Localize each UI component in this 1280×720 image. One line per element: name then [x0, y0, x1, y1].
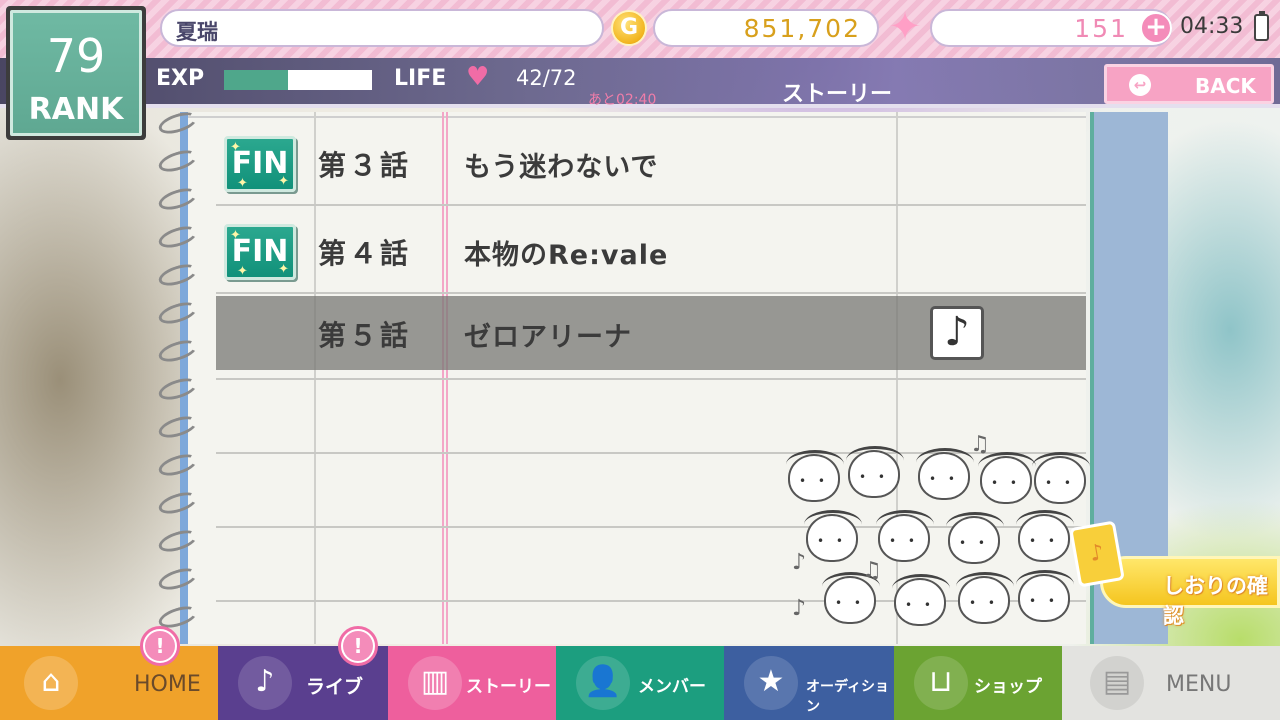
character-doodle	[916, 448, 974, 500]
character-doodle	[892, 574, 950, 626]
episode-number: 第３話	[318, 149, 412, 182]
episode-number: 第５話	[318, 319, 412, 352]
alert-icon: !	[343, 631, 373, 661]
music-note-icon: ♪	[792, 596, 807, 621]
bottom-nav: ⌂ HOME ♪ ライブ ▥ ストーリー 👤 メンバー ★ オーディション ⊔ …	[0, 646, 1280, 720]
episode-row[interactable]: FIN ✦ ✦ ✦ 第３話 もう迷わないで	[216, 118, 1086, 204]
sparkle-icon: ✦	[278, 174, 289, 189]
tab-shop-label: ショップ	[974, 677, 1042, 697]
member-icon: 👤	[576, 656, 630, 710]
tab-story[interactable]: ▥ ストーリー	[388, 646, 556, 720]
episode-number: 第４話	[318, 237, 412, 270]
rank-label: RANK	[28, 92, 124, 127]
character-doodle	[786, 450, 844, 502]
notebook-rule	[216, 378, 1086, 380]
back-label: BACK	[1195, 74, 1256, 98]
character-doodle	[956, 572, 1014, 624]
fin-badge: FIN ✦ ✦ ✦	[224, 224, 296, 280]
home-alert-badge: !	[140, 626, 180, 666]
music-note-icon[interactable]: ♪	[930, 306, 984, 360]
tab-home-label: HOME	[134, 672, 201, 697]
gold-coin-icon: G	[611, 10, 647, 46]
clock: 04:33	[1180, 14, 1244, 39]
episode-title: ゼロアリーナ	[464, 322, 632, 353]
sparkle-icon: ✦	[278, 262, 289, 277]
character-doodle	[804, 510, 862, 562]
episode-row-selected[interactable]: 第５話 ゼロアリーナ ♪	[216, 296, 1086, 370]
story-notebook: FIN ✦ ✦ ✦ 第３話 もう迷わないで FIN ✦ ✦ ✦ 第４話 本物のR…	[180, 112, 1090, 644]
character-doodle	[1016, 570, 1074, 622]
tab-shop[interactable]: ⊔ ショップ	[894, 646, 1062, 720]
character-doodle	[978, 452, 1036, 504]
tab-member-label: メンバー	[638, 677, 706, 697]
character-doodle	[876, 510, 934, 562]
top-status-bar: 夏瑞 G 851,702 ✦ 151 + 04:33	[0, 0, 1280, 58]
tab-menu[interactable]: ▤ MENU	[1062, 646, 1280, 720]
sparkle-icon: ✦	[230, 228, 241, 243]
character-doodle	[946, 512, 1004, 564]
episode-title: もう迷わないで	[464, 152, 659, 183]
sparkle-stone-icon: ✦	[888, 4, 922, 50]
exp-label: EXP	[156, 66, 205, 91]
battery-icon	[1254, 11, 1269, 41]
music-note-icon: ♪	[238, 656, 292, 710]
notebook-rule	[216, 292, 1086, 294]
tab-audition-label: オーディション	[806, 679, 890, 715]
tab-live-label: ライブ	[306, 676, 364, 698]
sparkle-icon: ✦	[237, 176, 248, 191]
life-value: 42/72	[516, 66, 577, 90]
heart-icon: ♥	[466, 62, 490, 92]
character-doodle	[1016, 510, 1074, 562]
stone-amount: 151	[930, 9, 1172, 47]
basket-icon: ⊔	[914, 656, 968, 710]
gold-amount: 851,702	[653, 9, 879, 47]
page-title: ストーリー	[782, 82, 893, 107]
character-doodle	[822, 572, 880, 624]
music-note-icon: ♪	[792, 550, 807, 575]
status-bar: EXP LIFE ♥ 42/72 あと02:40 ストーリー	[0, 58, 1280, 108]
life-label: LIFE	[394, 66, 447, 91]
tab-audition[interactable]: ★ オーディション	[724, 646, 894, 720]
rank-value: 79	[46, 29, 106, 83]
sparkle-icon: ✦	[230, 140, 241, 155]
tab-menu-label: MENU	[1166, 672, 1232, 697]
bookmark-check-button[interactable]: しおりの確認	[1100, 556, 1280, 628]
sparkle-icon: ✦	[237, 264, 248, 279]
player-name[interactable]: 夏瑞	[160, 9, 604, 47]
alert-icon: !	[145, 631, 175, 661]
exp-progress-fill	[224, 70, 288, 90]
episode-title: 本物のRe:vale	[464, 240, 669, 271]
fin-badge: FIN ✦ ✦ ✦	[224, 136, 296, 192]
character-doodle	[846, 446, 904, 498]
back-button[interactable]: ↩ BACK	[1104, 64, 1274, 104]
tab-home[interactable]: ⌂ HOME	[0, 646, 218, 720]
star-icon: ★	[744, 656, 798, 710]
live-alert-badge: !	[338, 626, 378, 666]
music-note-icon: ♫	[862, 558, 882, 583]
add-stones-button[interactable]: +	[1140, 12, 1172, 44]
back-arrow-icon: ↩	[1129, 74, 1151, 96]
tab-member[interactable]: 👤 メンバー	[556, 646, 724, 720]
document-icon: ▤	[1090, 656, 1144, 710]
rank-badge[interactable]: 79 RANK	[6, 6, 146, 140]
exp-progress-bar	[224, 70, 372, 90]
tab-story-label: ストーリー	[466, 677, 551, 697]
book-icon: ▥	[408, 656, 462, 710]
music-note-icon: ♫	[970, 432, 990, 457]
life-timer: あと02:40	[588, 92, 657, 108]
episode-row[interactable]: FIN ✦ ✦ ✦ 第４話 本物のRe:vale	[216, 206, 1086, 292]
home-icon: ⌂	[24, 656, 78, 710]
character-doodle	[1032, 452, 1090, 504]
